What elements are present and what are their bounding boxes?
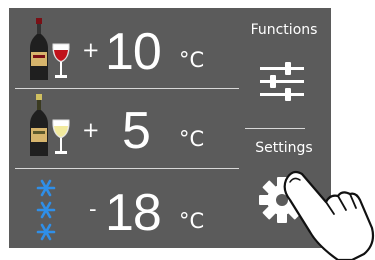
side-divider bbox=[245, 128, 305, 129]
zone-1-sign: + bbox=[82, 38, 100, 62]
zone-3-sign: - bbox=[89, 197, 97, 221]
zone-3-unit: °C bbox=[179, 209, 205, 233]
white-wine-bottle-and-glass-icon bbox=[30, 94, 70, 156]
zone-2-unit: °C bbox=[179, 127, 205, 151]
zone-1-temperature: 10 bbox=[105, 23, 162, 81]
sliders-icon bbox=[260, 62, 304, 101]
zone-freezer[interactable]: - 18 °C bbox=[9, 169, 239, 249]
pointing-finger-icon bbox=[283, 170, 375, 260]
red-wine-bottle-and-glass-icon bbox=[30, 18, 70, 80]
zone-1-unit: °C bbox=[179, 48, 205, 72]
zone-3-temperature: 18 bbox=[105, 184, 162, 242]
zone-red-wine[interactable]: + 10 °C bbox=[9, 8, 239, 88]
functions-button[interactable]: Functions bbox=[237, 8, 331, 126]
zone-white-wine[interactable]: + 5 °C bbox=[9, 89, 239, 169]
snowflakes-icon bbox=[36, 179, 56, 241]
zone-2-sign: + bbox=[82, 118, 100, 142]
functions-label: Functions bbox=[250, 22, 318, 38]
zone-2-temperature: 5 bbox=[122, 102, 151, 160]
